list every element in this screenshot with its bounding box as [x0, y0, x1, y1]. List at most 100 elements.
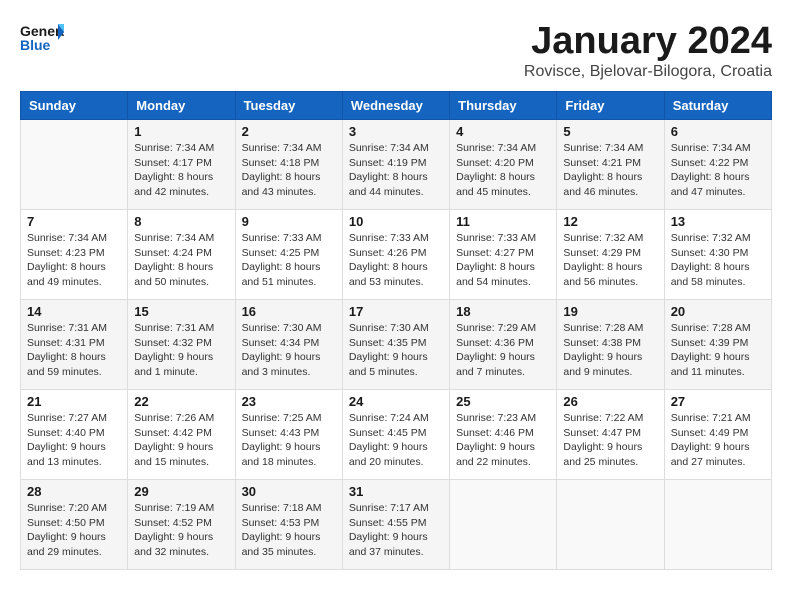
cell-content: Sunrise: 7:33 AMSunset: 4:25 PMDaylight:… [242, 231, 336, 290]
calendar-header-row: SundayMondayTuesdayWednesdayThursdayFrid… [21, 92, 772, 120]
cell-content: Sunrise: 7:34 AMSunset: 4:23 PMDaylight:… [27, 231, 121, 290]
calendar-cell: 2 Sunrise: 7:34 AMSunset: 4:18 PMDaylight… [235, 120, 342, 210]
day-number: 20 [671, 304, 765, 319]
day-header-sunday: Sunday [21, 92, 128, 120]
calendar-table: SundayMondayTuesdayWednesdayThursdayFrid… [20, 91, 772, 570]
calendar-cell [21, 120, 128, 210]
title-section: January 2024 Rovisce, Bjelovar-Bilogora,… [524, 20, 772, 81]
day-number: 7 [27, 214, 121, 229]
cell-content: Sunrise: 7:27 AMSunset: 4:40 PMDaylight:… [27, 411, 121, 470]
cell-content: Sunrise: 7:17 AMSunset: 4:55 PMDaylight:… [349, 501, 443, 560]
day-number: 28 [27, 484, 121, 499]
cell-content: Sunrise: 7:28 AMSunset: 4:38 PMDaylight:… [563, 321, 657, 380]
calendar-cell: 1 Sunrise: 7:34 AMSunset: 4:17 PMDaylight… [128, 120, 235, 210]
cell-content: Sunrise: 7:25 AMSunset: 4:43 PMDaylight:… [242, 411, 336, 470]
calendar-week-3: 14 Sunrise: 7:31 AMSunset: 4:31 PMDayligh… [21, 300, 772, 390]
cell-content: Sunrise: 7:34 AMSunset: 4:21 PMDaylight:… [563, 141, 657, 200]
calendar-cell: 7 Sunrise: 7:34 AMSunset: 4:23 PMDaylight… [21, 210, 128, 300]
day-number: 3 [349, 124, 443, 139]
day-number: 8 [134, 214, 228, 229]
calendar-cell: 31 Sunrise: 7:17 AMSunset: 4:55 PMDayligh… [342, 480, 449, 570]
day-number: 29 [134, 484, 228, 499]
calendar-cell: 27Sunrise: 7:21 AMSunset: 4:49 PMDayligh… [664, 390, 771, 480]
day-number: 21 [27, 394, 121, 409]
day-header-friday: Friday [557, 92, 664, 120]
cell-content: Sunrise: 7:31 AMSunset: 4:32 PMDaylight:… [134, 321, 228, 380]
calendar-cell: 8Sunrise: 7:34 AMSunset: 4:24 PMDaylight… [128, 210, 235, 300]
logo-icon: General Blue [20, 20, 64, 56]
page-header: General Blue January 2024 Rovisce, Bjelo… [20, 20, 772, 81]
calendar-cell: 15 Sunrise: 7:31 AMSunset: 4:32 PMDayligh… [128, 300, 235, 390]
day-number: 16 [242, 304, 336, 319]
day-header-wednesday: Wednesday [342, 92, 449, 120]
cell-content: Sunrise: 7:30 AMSunset: 4:34 PMDaylight:… [242, 321, 336, 380]
calendar-cell: 6 Sunrise: 7:34 AMSunset: 4:22 PMDaylight… [664, 120, 771, 210]
calendar-week-4: 21 Sunrise: 7:27 AMSunset: 4:40 PMDayligh… [21, 390, 772, 480]
cell-content: Sunrise: 7:24 AMSunset: 4:45 PMDaylight:… [349, 411, 443, 470]
calendar-cell [664, 480, 771, 570]
calendar-week-5: 28 Sunrise: 7:20 AMSunset: 4:50 PMDayligh… [21, 480, 772, 570]
month-title: January 2024 [524, 20, 772, 63]
calendar-cell: 5 Sunrise: 7:34 AMSunset: 4:21 PMDaylight… [557, 120, 664, 210]
calendar-cell: 21 Sunrise: 7:27 AMSunset: 4:40 PMDayligh… [21, 390, 128, 480]
calendar-cell: 18Sunrise: 7:29 AMSunset: 4:36 PMDayligh… [450, 300, 557, 390]
day-header-monday: Monday [128, 92, 235, 120]
cell-content: Sunrise: 7:28 AMSunset: 4:39 PMDaylight:… [671, 321, 765, 380]
cell-content: Sunrise: 7:30 AMSunset: 4:35 PMDaylight:… [349, 321, 443, 380]
day-number: 15 [134, 304, 228, 319]
calendar-cell: 20 Sunrise: 7:28 AMSunset: 4:39 PMDayligh… [664, 300, 771, 390]
calendar-cell: 12Sunrise: 7:32 AMSunset: 4:29 PMDayligh… [557, 210, 664, 300]
calendar-cell [557, 480, 664, 570]
cell-content: Sunrise: 7:31 AMSunset: 4:31 PMDaylight:… [27, 321, 121, 380]
cell-content: Sunrise: 7:20 AMSunset: 4:50 PMDaylight:… [27, 501, 121, 560]
calendar-cell: 28 Sunrise: 7:20 AMSunset: 4:50 PMDayligh… [21, 480, 128, 570]
calendar-cell: 3 Sunrise: 7:34 AMSunset: 4:19 PMDaylight… [342, 120, 449, 210]
day-number: 30 [242, 484, 336, 499]
cell-content: Sunrise: 7:32 AMSunset: 4:29 PMDaylight:… [563, 231, 657, 290]
day-number: 17 [349, 304, 443, 319]
day-number: 4 [456, 124, 550, 139]
day-number: 6 [671, 124, 765, 139]
cell-content: Sunrise: 7:23 AMSunset: 4:46 PMDaylight:… [456, 411, 550, 470]
day-number: 19 [563, 304, 657, 319]
day-number: 18 [456, 304, 550, 319]
cell-content: Sunrise: 7:26 AMSunset: 4:42 PMDaylight:… [134, 411, 228, 470]
day-number: 31 [349, 484, 443, 499]
calendar-cell: 13 Sunrise: 7:32 AMSunset: 4:30 PMDayligh… [664, 210, 771, 300]
calendar-cell [450, 480, 557, 570]
calendar-cell: 29 Sunrise: 7:19 AMSunset: 4:52 PMDayligh… [128, 480, 235, 570]
cell-content: Sunrise: 7:21 AMSunset: 4:49 PMDaylight:… [671, 411, 765, 470]
calendar-cell: 11Sunrise: 7:33 AMSunset: 4:27 PMDayligh… [450, 210, 557, 300]
day-number: 1 [134, 124, 228, 139]
cell-content: Sunrise: 7:19 AMSunset: 4:52 PMDaylight:… [134, 501, 228, 560]
day-number: 23 [242, 394, 336, 409]
cell-content: Sunrise: 7:34 AMSunset: 4:22 PMDaylight:… [671, 141, 765, 200]
calendar-cell: 14 Sunrise: 7:31 AMSunset: 4:31 PMDayligh… [21, 300, 128, 390]
day-header-thursday: Thursday [450, 92, 557, 120]
calendar-cell: 10Sunrise: 7:33 AMSunset: 4:26 PMDayligh… [342, 210, 449, 300]
day-number: 10 [349, 214, 443, 229]
cell-content: Sunrise: 7:34 AMSunset: 4:19 PMDaylight:… [349, 141, 443, 200]
calendar-cell: 22Sunrise: 7:26 AMSunset: 4:42 PMDayligh… [128, 390, 235, 480]
day-header-tuesday: Tuesday [235, 92, 342, 120]
svg-text:Blue: Blue [20, 37, 51, 53]
day-number: 5 [563, 124, 657, 139]
calendar-week-1: 1 Sunrise: 7:34 AMSunset: 4:17 PMDaylight… [21, 120, 772, 210]
day-number: 9 [242, 214, 336, 229]
day-header-saturday: Saturday [664, 92, 771, 120]
day-number: 2 [242, 124, 336, 139]
cell-content: Sunrise: 7:34 AMSunset: 4:17 PMDaylight:… [134, 141, 228, 200]
calendar-cell: 30Sunrise: 7:18 AMSunset: 4:53 PMDayligh… [235, 480, 342, 570]
calendar-cell: 25 Sunrise: 7:23 AMSunset: 4:46 PMDayligh… [450, 390, 557, 480]
calendar-cell: 19 Sunrise: 7:28 AMSunset: 4:38 PMDayligh… [557, 300, 664, 390]
day-number: 25 [456, 394, 550, 409]
location: Rovisce, Bjelovar-Bilogora, Croatia [524, 63, 772, 81]
cell-content: Sunrise: 7:33 AMSunset: 4:27 PMDaylight:… [456, 231, 550, 290]
cell-content: Sunrise: 7:32 AMSunset: 4:30 PMDaylight:… [671, 231, 765, 290]
day-number: 26 [563, 394, 657, 409]
calendar-cell: 4Sunrise: 7:34 AMSunset: 4:20 PMDaylight… [450, 120, 557, 210]
calendar-cell: 16 Sunrise: 7:30 AMSunset: 4:34 PMDayligh… [235, 300, 342, 390]
cell-content: Sunrise: 7:34 AMSunset: 4:18 PMDaylight:… [242, 141, 336, 200]
day-number: 14 [27, 304, 121, 319]
day-number: 13 [671, 214, 765, 229]
